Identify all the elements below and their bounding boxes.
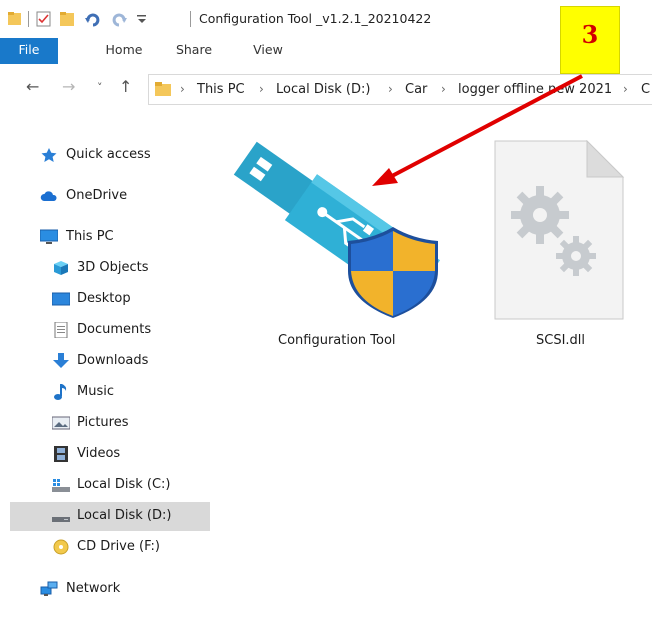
annotation-step-number: 3: [560, 6, 620, 74]
annotation-arrow: [372, 74, 583, 186]
